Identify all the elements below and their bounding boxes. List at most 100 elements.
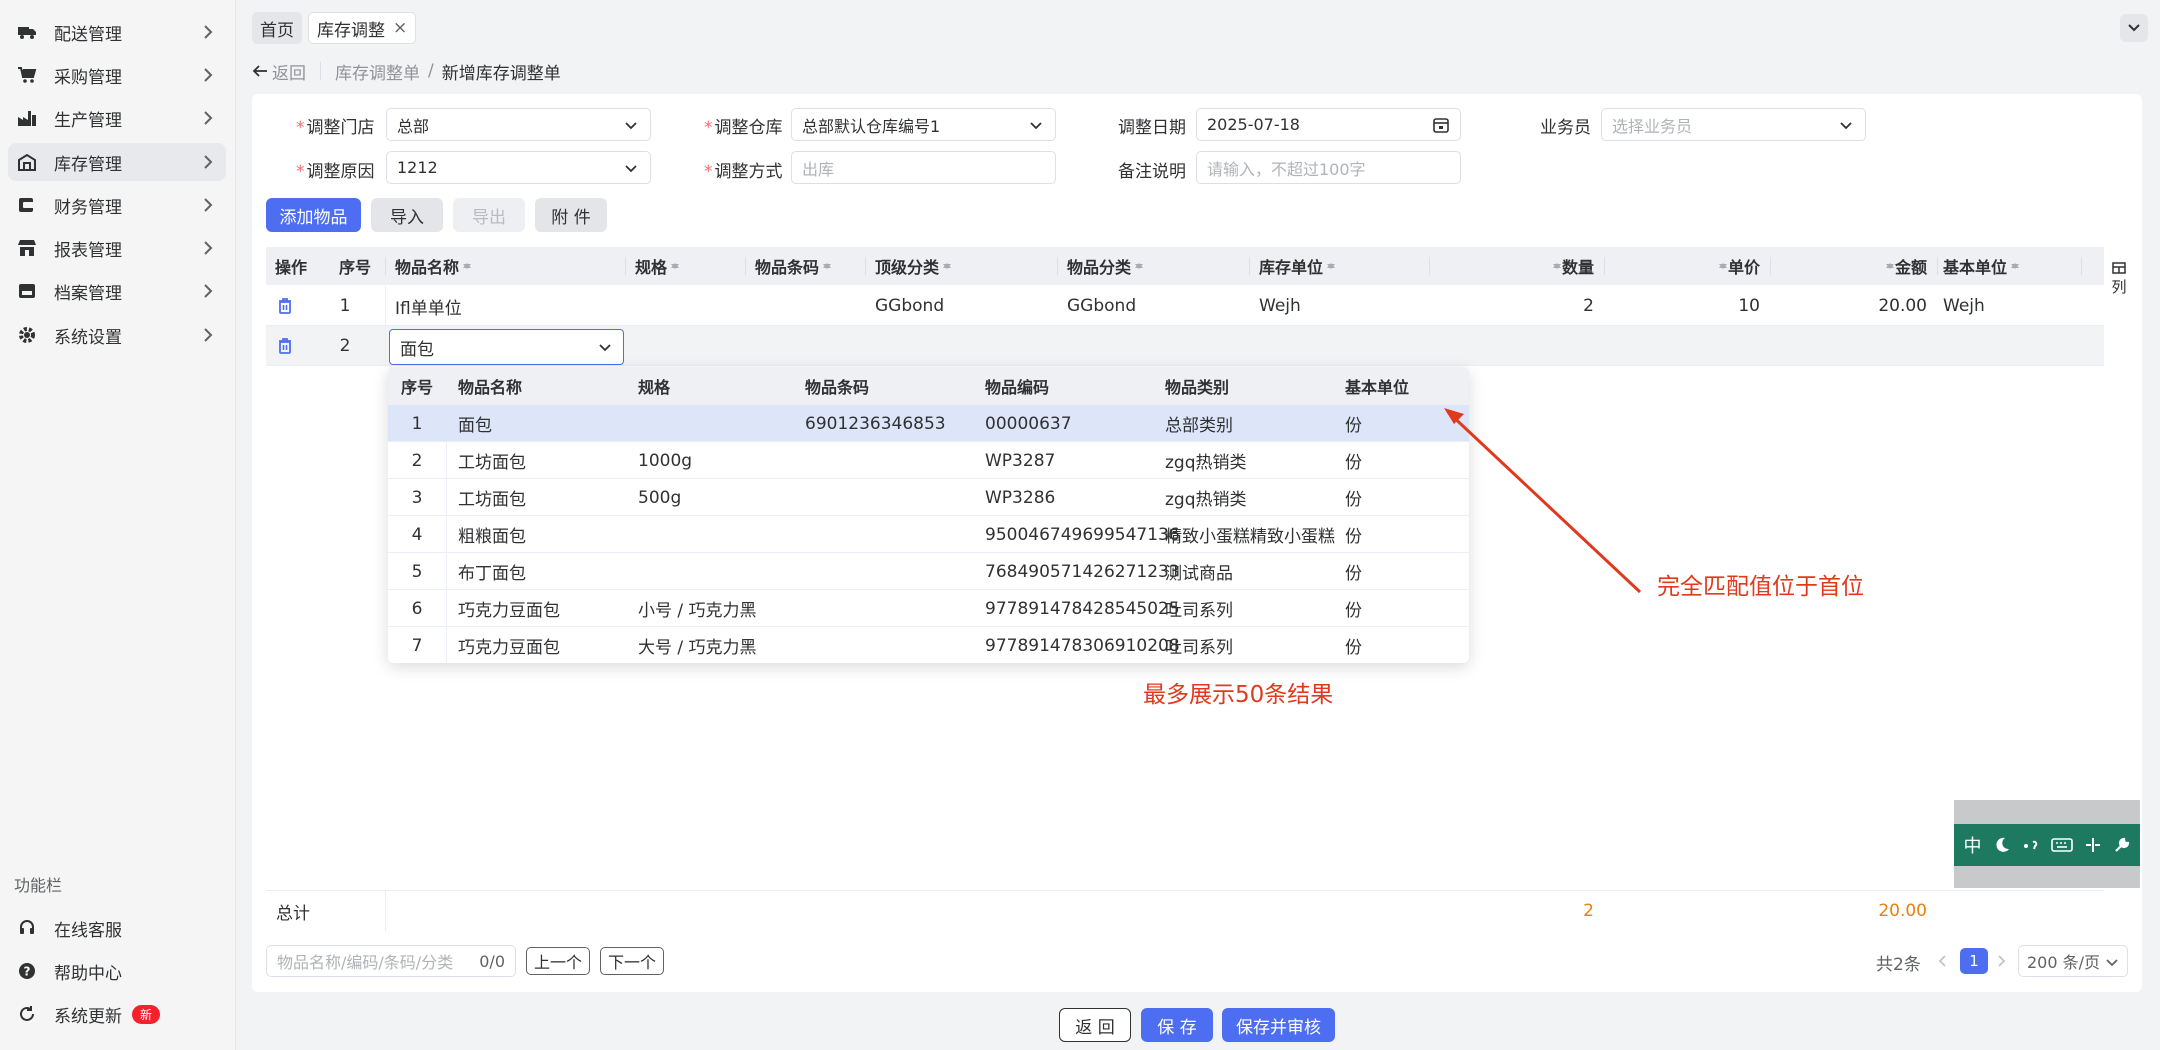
dd-header-name: 物品名称	[458, 378, 523, 397]
dropdown-option[interactable]: 7 巧克力豆面包 大号 / 巧克力黑 977891478306910208 吐司…	[388, 627, 1469, 663]
delete-row-button[interactable]	[266, 286, 304, 326]
store-select[interactable]: 总部	[386, 108, 651, 141]
next-match-button[interactable]: 下一个	[600, 947, 664, 975]
online-service-link[interactable]: 在线客服	[8, 909, 226, 947]
import-button[interactable]: 导入	[371, 198, 443, 232]
back-label: 返回	[272, 63, 306, 84]
delete-row-button[interactable]	[266, 326, 304, 366]
col-header-category[interactable]: 物品分类	[1067, 247, 1144, 285]
row-item-name[interactable]: Ifl单单位	[395, 286, 462, 326]
date-picker[interactable]: 2025-07-18	[1196, 108, 1461, 141]
page-number-current[interactable]: 1	[1960, 948, 1988, 974]
item-search-dropdown: 序号 物品名称 规格 物品条码 物品编码 物品类别 基本单位 1 面包 6901…	[388, 367, 1469, 663]
col-header-price[interactable]: 单价	[1614, 247, 1760, 285]
dropdown-option[interactable]: 1 面包 6901236346853 00000637 总部类别 份	[388, 405, 1469, 442]
chevron-right-icon[interactable]	[1994, 953, 2008, 969]
remark-label: 备注说明	[1118, 162, 1186, 182]
dropdown-option[interactable]: 2 工坊面包 1000g WP3287 zgq热销类 份	[388, 442, 1469, 479]
reason-label: * 调整原因	[296, 162, 375, 182]
keyboard-icon[interactable]	[2050, 837, 2073, 853]
attachment-button[interactable]: 附 件	[535, 198, 607, 232]
export-button[interactable]: 导出	[453, 198, 525, 232]
sort-icon	[462, 259, 472, 273]
svg-text:?: ?	[24, 965, 31, 979]
sidebar-item-archive[interactable]: 档案管理	[8, 272, 226, 310]
function-label: 帮助中心	[54, 963, 122, 984]
chevron-down-icon	[599, 344, 611, 352]
dropdown-option[interactable]: 6 巧克力豆面包 小号 / 巧克力黑 977891478428545025 吐司…	[388, 590, 1469, 627]
moon-icon[interactable]	[1993, 836, 2011, 854]
tab-inventory-adjust[interactable]: 库存调整 ×	[308, 12, 417, 44]
salesman-select[interactable]: 选择业务员	[1601, 108, 1866, 141]
wrench-icon[interactable]	[2113, 836, 2131, 854]
function-label: 系统更新	[54, 1006, 122, 1027]
save-and-approve-button[interactable]: 保存并审核	[1222, 1008, 1335, 1042]
save-button[interactable]: 保 存	[1141, 1008, 1213, 1042]
sidebar-item-purchase[interactable]: 采购管理	[8, 56, 226, 94]
sidebar-item-label: 配送管理	[54, 24, 122, 45]
split-icon[interactable]	[2084, 836, 2102, 854]
tab-home[interactable]: 首页	[252, 12, 302, 44]
help-icon: ?	[16, 962, 38, 980]
close-icon[interactable]: ×	[393, 18, 407, 38]
dd-header-barcode: 物品条码	[805, 378, 870, 397]
row-stock-unit[interactable]: Wejh	[1259, 286, 1301, 326]
system-update-link[interactable]: 系统更新 新	[8, 995, 226, 1033]
dd-header-spec: 规格	[638, 378, 671, 397]
punctuation-icon[interactable]	[2022, 836, 2040, 854]
prev-match-button[interactable]: 上一个	[526, 947, 590, 975]
warehouse-select[interactable]: 总部默认仓库编号1	[791, 108, 1056, 141]
chevron-left-icon[interactable]	[1936, 953, 1950, 969]
dropdown-option[interactable]: 4 粗粮面包 950046749699547136 精致小蛋糕精致小蛋糕 份	[388, 516, 1469, 553]
row-qty[interactable]: 2	[1439, 286, 1594, 326]
remark-input[interactable]: 请输入，不超过100字	[1196, 151, 1461, 184]
sidebar-item-reports[interactable]: 报表管理	[8, 229, 226, 267]
col-header-base-unit[interactable]: 基本单位	[1943, 247, 2020, 285]
store-icon	[16, 239, 38, 257]
truck-icon	[16, 23, 38, 41]
col-header-stock-unit[interactable]: 库存单位	[1259, 247, 1336, 285]
sidebar-item-finance[interactable]: 财务管理	[8, 186, 226, 224]
row-category: GGbond	[1067, 296, 1137, 316]
breadcrumb-current: 新增库存调整单	[441, 63, 561, 84]
sidebar-item-label: 库存管理	[54, 154, 122, 175]
salesman-label: 业务员	[1540, 118, 1591, 138]
pagination-total: 共2条	[1876, 955, 1921, 975]
factory-icon	[16, 109, 38, 127]
col-header-top-category[interactable]: 顶级分类	[875, 247, 952, 285]
sort-icon	[1718, 259, 1728, 273]
trash-icon	[279, 298, 291, 314]
back-link[interactable]: 返回	[252, 59, 306, 84]
add-item-button[interactable]: 添加物品	[266, 198, 361, 232]
row-index: 2	[339, 336, 351, 356]
breadcrumb: 返回 库存调整单 / 新增库存调整单	[252, 58, 561, 84]
chevron-right-icon	[204, 25, 213, 39]
back-button[interactable]: 返 回	[1059, 1008, 1131, 1042]
column-settings-button[interactable]: 列	[2104, 247, 2134, 317]
ime-mode-toggle[interactable]: 中	[1964, 832, 1982, 858]
collapse-tabs-button[interactable]	[2120, 14, 2148, 42]
sidebar-item-settings[interactable]: 系统设置	[8, 316, 226, 354]
reason-select[interactable]: 1212	[386, 151, 651, 184]
breadcrumb-parent[interactable]: 库存调整单	[335, 59, 420, 84]
col-header-barcode[interactable]: 物品条码	[755, 247, 832, 285]
col-header-qty[interactable]: 数量	[1439, 247, 1594, 285]
help-center-link[interactable]: ? 帮助中心	[8, 952, 226, 990]
sidebar-item-production[interactable]: 生产管理	[8, 99, 226, 137]
annotation-first-match: 完全匹配值位于首位	[1657, 574, 1864, 600]
page-size-select[interactable]: 200 条/页	[2018, 945, 2128, 977]
sidebar-item-delivery[interactable]: 配送管理	[8, 13, 226, 51]
table-search-input[interactable]: 物品名称/编码/条码/分类 0/0	[266, 945, 516, 977]
dropdown-option[interactable]: 3 工坊面包 500g WP3286 zgq热销类 份	[388, 479, 1469, 516]
item-name-select[interactable]: 面包	[389, 329, 624, 365]
tab-label: 库存调整	[317, 20, 385, 41]
method-input[interactable]: 出库	[791, 151, 1056, 184]
dropdown-option[interactable]: 5 布丁面包 768490571426271233 测试商品 份	[388, 553, 1469, 590]
sidebar-item-inventory[interactable]: 库存管理	[8, 143, 226, 181]
col-header-name[interactable]: 物品名称	[395, 247, 472, 285]
col-header-action: 操作	[275, 258, 308, 277]
total-qty: 2	[1583, 901, 1594, 921]
row-price[interactable]: 10	[1614, 286, 1760, 326]
col-header-spec[interactable]: 规格	[635, 247, 680, 285]
col-header-amount[interactable]: 金额	[1780, 247, 1927, 285]
